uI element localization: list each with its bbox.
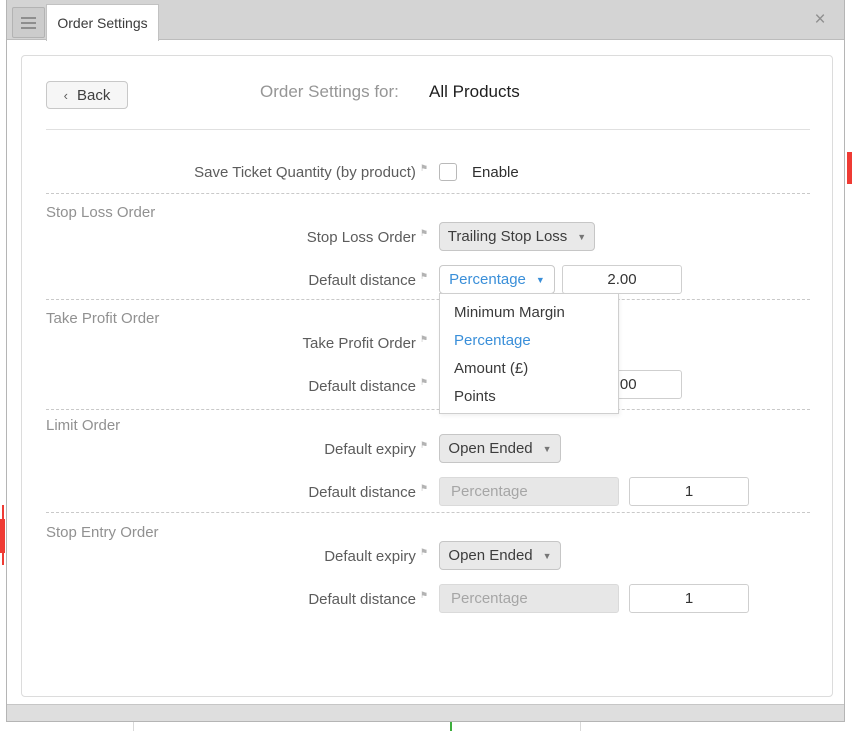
- section-title-take-profit: Take Profit Order: [46, 310, 159, 327]
- limit-expiry-dropdown[interactable]: Open Ended ▼: [439, 434, 561, 463]
- separator-dashed: [46, 299, 810, 300]
- take-profit-type-label: Take Profit Order⚑: [46, 334, 428, 352]
- background-red-bar: [847, 152, 852, 184]
- option-amount[interactable]: Amount (£): [440, 355, 618, 383]
- section-title-stop-loss: Stop Loss Order: [46, 204, 155, 221]
- separator-dashed: [46, 512, 810, 513]
- tooltip-flag-icon: ⚑: [420, 590, 428, 600]
- separator-dashed: [46, 409, 810, 410]
- stop-entry-expiry-label: Default expiry⚑: [46, 547, 428, 565]
- stop-loss-type-value: Trailing Stop Loss: [448, 228, 568, 245]
- menu-button[interactable]: [12, 7, 45, 38]
- back-chevron-icon: ‹: [64, 88, 68, 103]
- option-percentage[interactable]: Percentage: [440, 327, 618, 355]
- separator-dashed: [46, 193, 810, 194]
- chevron-down-icon: ▼: [577, 232, 586, 242]
- stop-entry-distance-label: Default distance⚑: [46, 590, 428, 608]
- section-title-limit: Limit Order: [46, 417, 120, 434]
- background-candle-body: [0, 519, 5, 553]
- tooltip-flag-icon: ⚑: [420, 163, 428, 173]
- limit-expiry-value: Open Ended: [448, 440, 532, 457]
- section-title-stop-entry: Stop Entry Order: [46, 524, 159, 541]
- dialog-titlebar: Order Settings ×: [7, 0, 844, 40]
- separator: [46, 129, 810, 130]
- dialog-bottom-bar: [7, 704, 844, 721]
- tooltip-flag-icon: ⚑: [420, 228, 428, 238]
- tooltip-flag-icon: ⚑: [420, 334, 428, 344]
- limit-expiry-label: Default expiry⚑: [46, 440, 428, 458]
- tab-order-settings[interactable]: Order Settings: [46, 4, 159, 41]
- save-ticket-checkbox[interactable]: [439, 163, 457, 181]
- page-title: Order Settings for:: [260, 82, 399, 102]
- order-settings-dialog: Order Settings × ‹ Back Order Settings f…: [6, 0, 845, 722]
- back-button[interactable]: ‹ Back: [46, 81, 128, 109]
- stop-loss-type-dropdown[interactable]: Trailing Stop Loss ▼: [439, 222, 595, 251]
- hamburger-icon: [21, 17, 36, 29]
- background-green-line: [450, 722, 452, 731]
- save-ticket-label: Save Ticket Quantity (by product)⚑: [46, 163, 428, 181]
- tooltip-flag-icon: ⚑: [420, 271, 428, 281]
- settings-panel: ‹ Back Order Settings for: All Products …: [21, 55, 833, 697]
- close-icon: ×: [814, 9, 825, 30]
- stop-loss-distance-unit-value: Percentage: [449, 271, 526, 288]
- option-points[interactable]: Points: [440, 383, 618, 411]
- back-button-label: Back: [77, 87, 110, 104]
- limit-distance-label: Default distance⚑: [46, 483, 428, 501]
- chevron-down-icon: ▼: [543, 551, 552, 561]
- stop-loss-distance-unit-dropdown[interactable]: Percentage ▼: [439, 265, 555, 294]
- take-profit-distance-label: Default distance⚑: [46, 377, 428, 395]
- close-button[interactable]: ×: [808, 8, 832, 32]
- tooltip-flag-icon: ⚑: [420, 547, 428, 557]
- stop-entry-distance-unit-disabled: Percentage: [439, 584, 619, 613]
- limit-distance-input[interactable]: [629, 477, 749, 506]
- background-grid-line: [580, 722, 581, 731]
- tooltip-flag-icon: ⚑: [420, 483, 428, 493]
- stop-entry-distance-input[interactable]: [629, 584, 749, 613]
- stop-loss-distance-label: Default distance⚑: [46, 271, 428, 289]
- stop-loss-type-label: Stop Loss Order⚑: [46, 228, 428, 246]
- stop-entry-expiry-dropdown[interactable]: Open Ended ▼: [439, 541, 561, 570]
- chevron-down-icon: ▼: [543, 444, 552, 454]
- page-scope: All Products: [429, 82, 520, 102]
- chevron-down-icon: ▼: [536, 275, 545, 285]
- enable-label: Enable: [472, 164, 519, 181]
- stop-entry-expiry-value: Open Ended: [448, 547, 532, 564]
- distance-unit-option-list: Minimum Margin Percentage Amount (£) Poi…: [439, 293, 619, 414]
- background-grid-line: [133, 722, 134, 731]
- tooltip-flag-icon: ⚑: [420, 440, 428, 450]
- tooltip-flag-icon: ⚑: [420, 377, 428, 387]
- option-minimum-margin[interactable]: Minimum Margin: [440, 299, 618, 327]
- stop-loss-distance-input[interactable]: [562, 265, 682, 294]
- tab-label: Order Settings: [57, 15, 147, 31]
- limit-distance-unit-disabled: Percentage: [439, 477, 619, 506]
